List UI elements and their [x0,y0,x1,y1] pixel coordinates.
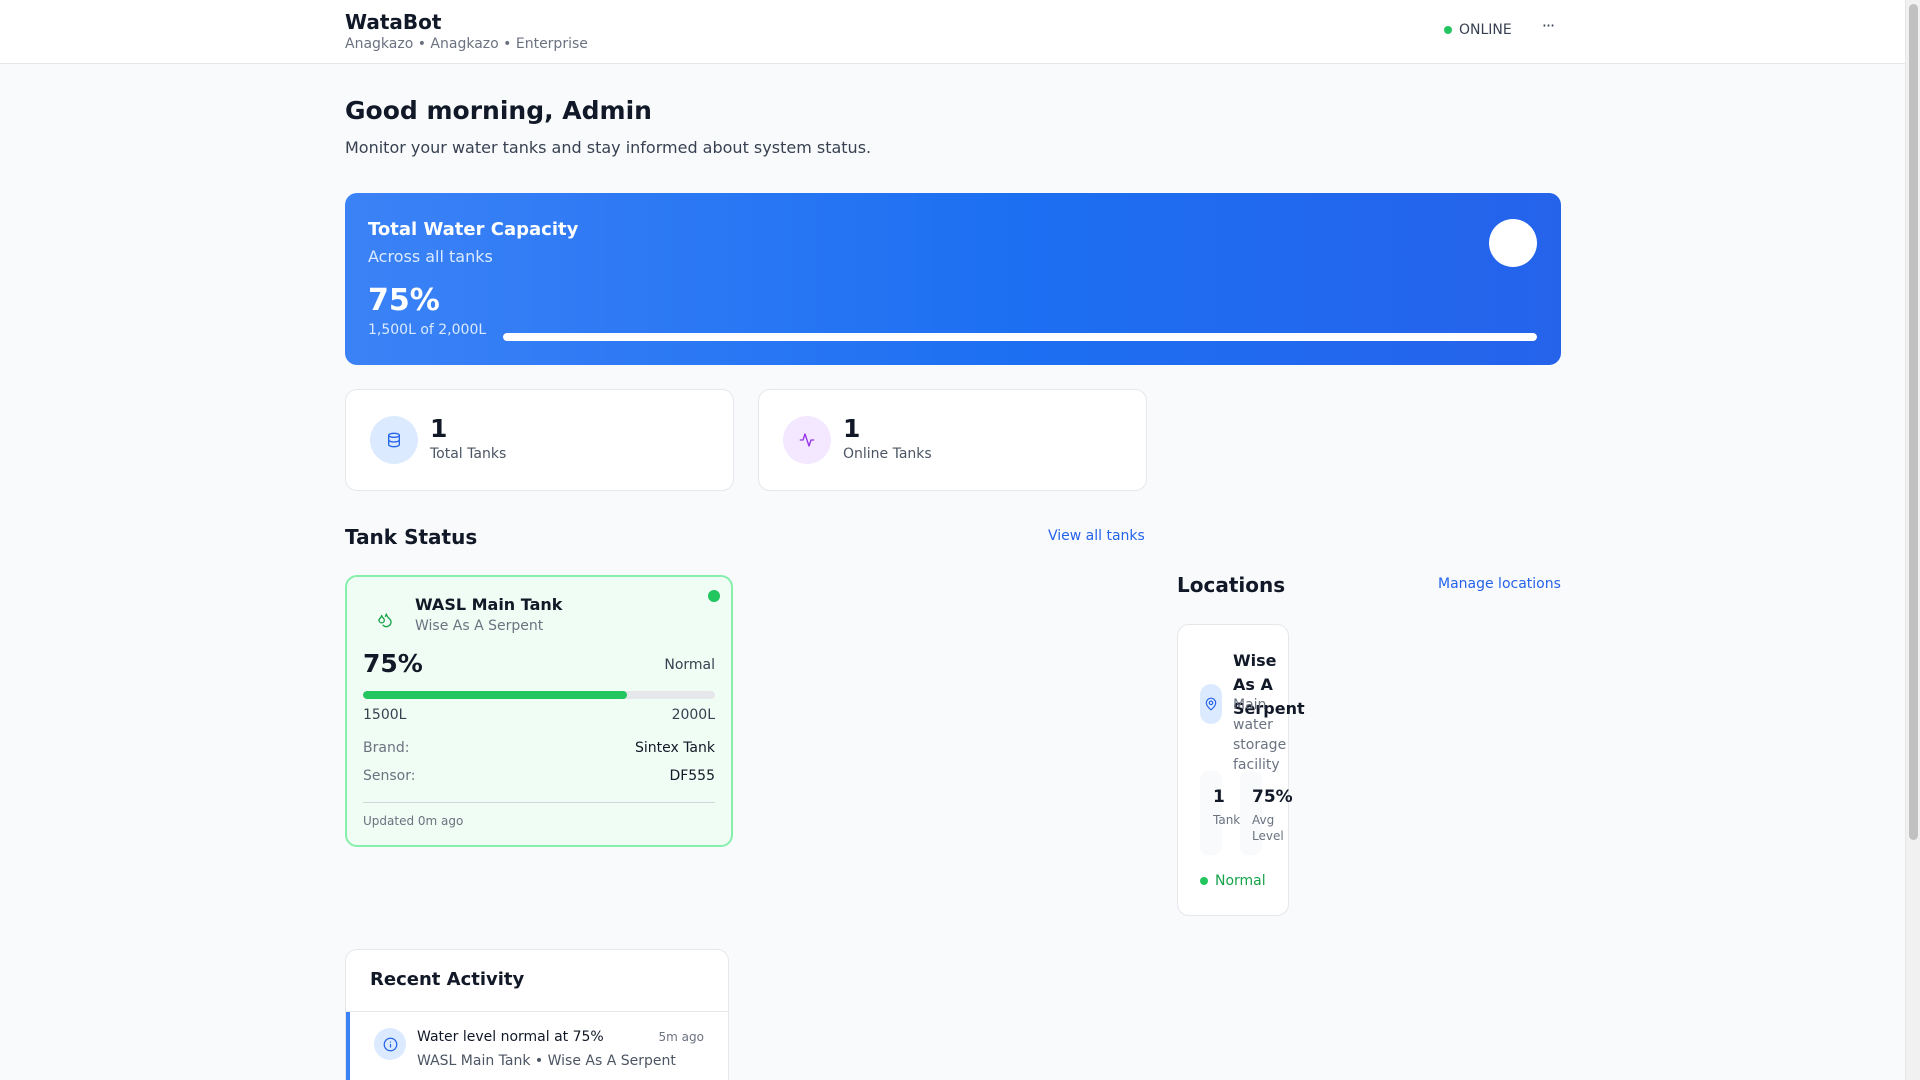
stat-card-total-tanks: 1 Total Tanks [345,389,734,491]
connection-status: ONLINE [1444,22,1512,38]
top-header: WataBot Anagkazo • Anagkazo • Enterprise… [0,0,1905,64]
locations-heading: Locations [1177,573,1286,597]
info-icon [374,1028,406,1060]
total-capacity-card: Total Water Capacity Across all tanks 75… [345,193,1561,365]
tank-card[interactable]: WASL Main Tank Wise As A Serpent 75% Nor… [345,575,733,847]
stat-card-online-tanks: 1 Online Tanks [758,389,1147,491]
connection-status-label: ONLINE [1459,22,1512,38]
app-title: WataBot [345,10,442,34]
tank-status-heading: Tank Status [345,525,478,549]
tank-level-state: Normal [664,657,715,673]
activity-list-item[interactable]: Water level normal at 75% 5m ago WASL Ma… [346,1012,728,1080]
location-tank-count: 1 [1213,787,1225,807]
total-tanks-label: Total Tanks [430,446,507,462]
capacity-amount: 1,500L of 2,000L [368,322,487,338]
online-tanks-value: 1 [843,414,861,443]
tank-location: Wise As A Serpent [415,618,544,634]
capacity-progress-fill [503,333,1537,341]
total-tanks-value: 1 [430,414,448,443]
tank-brand-value: Sintex Tank [634,740,715,756]
activity-meta: WASL Main Tank • Wise As A Serpent [417,1053,676,1069]
tank-level-fill [363,691,627,699]
tank-online-dot-icon [708,590,720,602]
location-status-label: Normal [1215,873,1266,889]
capacity-subtitle: Across all tanks [368,247,493,266]
activity-time: 5m ago [658,1030,704,1044]
tank-card-divider [363,802,715,803]
view-all-tanks-link[interactable]: View all tanks [1048,528,1145,544]
capacity-percent: 75% [368,283,440,318]
tank-sensor-value: DF555 [669,768,715,784]
location-status: Normal [1200,873,1266,889]
online-tanks-label: Online Tanks [843,446,932,462]
location-status-dot-icon [1200,877,1208,885]
location-avg-level: 75% [1252,787,1293,807]
tank-sensor-label: Sensor: [363,768,416,784]
location-tank-label: Tank [1213,813,1241,827]
database-icon [370,416,418,464]
location-card[interactable]: Wise As A Serpent Main water storage fac… [1177,624,1305,916]
tank-capacity: 2000L [671,707,715,723]
location-avg-label: Avg Level [1252,813,1284,843]
manage-locations-link[interactable]: Manage locations [1438,576,1561,592]
capacity-progress-bar [503,333,1537,341]
tank-level-percent: 75% [363,649,423,678]
activity-icon [783,416,831,464]
greeting-heading: Good morning, Admin [345,96,652,125]
tank-name: WASL Main Tank [415,595,563,614]
tank-current-volume: 1500L [363,707,407,723]
capacity-title: Total Water Capacity [368,219,579,240]
tank-level-bar [363,691,715,699]
page-scrollbar[interactable] [1905,0,1920,1080]
more-options-button[interactable]: ··· [1536,16,1560,40]
droplets-icon [365,600,405,640]
capacity-indicator-circle-icon [1489,219,1537,267]
recent-activity-heading: Recent Activity [370,969,525,990]
scrollbar-thumb[interactable] [1909,4,1918,840]
recent-activity-card: Recent Activity Water level normal at 75… [345,949,729,1080]
tank-updated-time: Updated 0m ago [363,814,464,828]
activity-message: Water level normal at 75% [417,1029,604,1045]
online-status-dot-icon [1444,26,1452,34]
location-description: Main water storage facility [1233,697,1287,773]
greeting-subtitle: Monitor your water tanks and stay inform… [345,138,872,157]
map-pin-icon [1200,684,1222,724]
tank-brand-label: Brand: [363,740,410,756]
organization-breadcrumb: Anagkazo • Anagkazo • Enterprise [345,36,588,52]
